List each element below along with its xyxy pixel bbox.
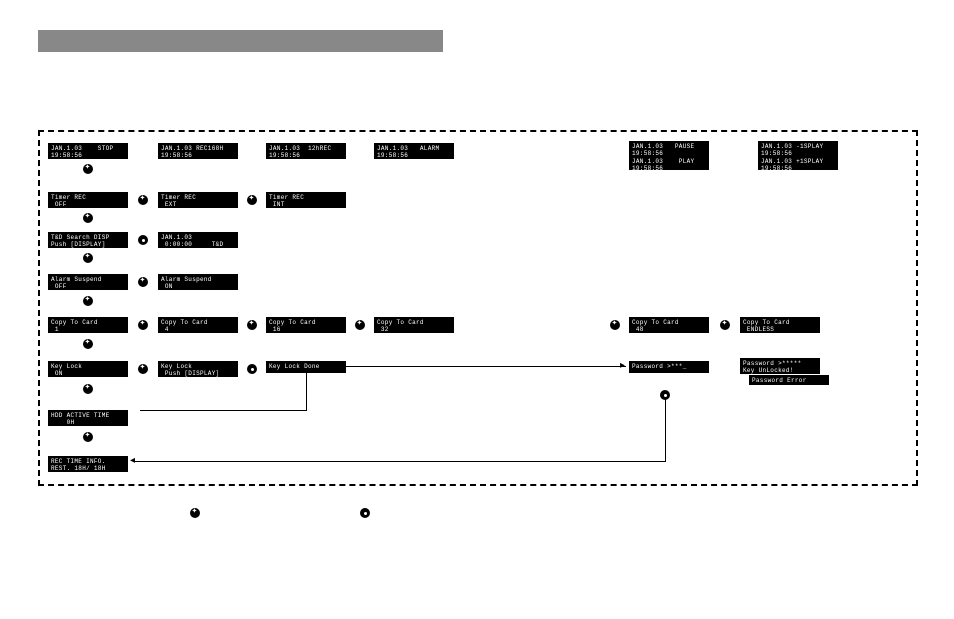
nav-btn[interactable] [83, 253, 93, 263]
nav-btn[interactable] [610, 320, 620, 330]
lcd-pause: JAN.1.03 PAUSE 19:58:56 [629, 141, 709, 157]
connector [140, 410, 307, 411]
lcd-copy-4: Copy To Card 4 [158, 317, 238, 333]
lcd-copy-16: Copy To Card 16 [266, 317, 346, 333]
lcd-copy-1: Copy To Card 1 [48, 317, 128, 333]
connector [665, 399, 666, 462]
lcd-timer-off: Timer REC OFF [48, 192, 128, 208]
connector [134, 461, 666, 462]
nav-btn[interactable] [355, 320, 365, 330]
legend-btn-dot [360, 508, 370, 518]
nav-btn[interactable] [83, 384, 93, 394]
lcd-password-entry: Password >***_ [629, 361, 709, 373]
nav-btn[interactable] [247, 364, 257, 374]
connector [346, 366, 626, 367]
header-bar [38, 30, 443, 52]
nav-btn[interactable] [138, 235, 148, 245]
nav-btn[interactable] [83, 296, 93, 306]
arrow-left: ◂ [130, 455, 135, 466]
lcd-timer-int: Timer REC INT [266, 192, 346, 208]
nav-btn[interactable] [138, 320, 148, 330]
lcd-copy-32: Copy To Card 32 [374, 317, 454, 333]
nav-btn[interactable] [247, 195, 257, 205]
lcd-1splay-plus: JAN.1.03 +1SPLAY 19:58:56 [758, 156, 838, 170]
lcd-td-date: JAN.1.03 0:00:00 T&D [158, 232, 238, 248]
lcd-12hrec: JAN.1.03 12hREC 19:58:56 [266, 143, 346, 159]
lcd-1splay-minus: JAN.1.03 -1SPLAY 19:58:56 [758, 141, 838, 157]
connector [306, 373, 307, 411]
nav-btn[interactable] [138, 277, 148, 287]
lcd-keylock-push: Key Lock Push [DISPLAY] [158, 361, 238, 377]
nav-btn[interactable] [138, 364, 148, 374]
nav-btn[interactable] [83, 339, 93, 349]
lcd-keylock-on: Key Lock ON [48, 361, 128, 377]
lcd-timer-ext: Timer REC EXT [158, 192, 238, 208]
nav-btn[interactable] [247, 320, 257, 330]
lcd-play: JAN.1.03 PLAY 19:58:56 [629, 156, 709, 170]
lcd-alarm: JAN.1.03 ALARM 19:58:56 [374, 143, 454, 159]
lcd-alarm-off: Alarm Suspend OFF [48, 274, 128, 290]
lcd-alarm-on: Alarm Suspend ON [158, 274, 238, 290]
nav-btn[interactable] [83, 164, 93, 174]
lcd-password-unlock: Password >***** Key UnLocked! [740, 358, 820, 374]
nav-btn[interactable] [83, 432, 93, 442]
lcd-td-search: T&D Search DISP Push [DISPLAY] [48, 232, 128, 248]
nav-btn[interactable] [720, 320, 730, 330]
nav-btn[interactable] [83, 213, 93, 223]
lcd-stop: JAN.1.03 STOP 19:58:56 [48, 143, 128, 159]
lcd-password-error: Password Error [749, 375, 829, 385]
lcd-rec-time: REC TIME INFO. REST. 18H/ 18H [48, 456, 128, 472]
outer-border [38, 130, 918, 486]
nav-btn[interactable] [138, 195, 148, 205]
arrow-right: ▸ [620, 360, 625, 371]
lcd-keylock-done: Key Lock Done [266, 361, 346, 373]
legend-btn-cross [190, 508, 200, 518]
lcd-hdd-active: HDD ACTIVE TIME 0H [48, 410, 128, 426]
lcd-copy-endless: Copy To Card ENDLESS [740, 317, 820, 333]
lcd-rec168h: JAN.1.03 REC168H 19:58:56 [158, 143, 238, 159]
lcd-copy-48: Copy To Card 48 [629, 317, 709, 333]
